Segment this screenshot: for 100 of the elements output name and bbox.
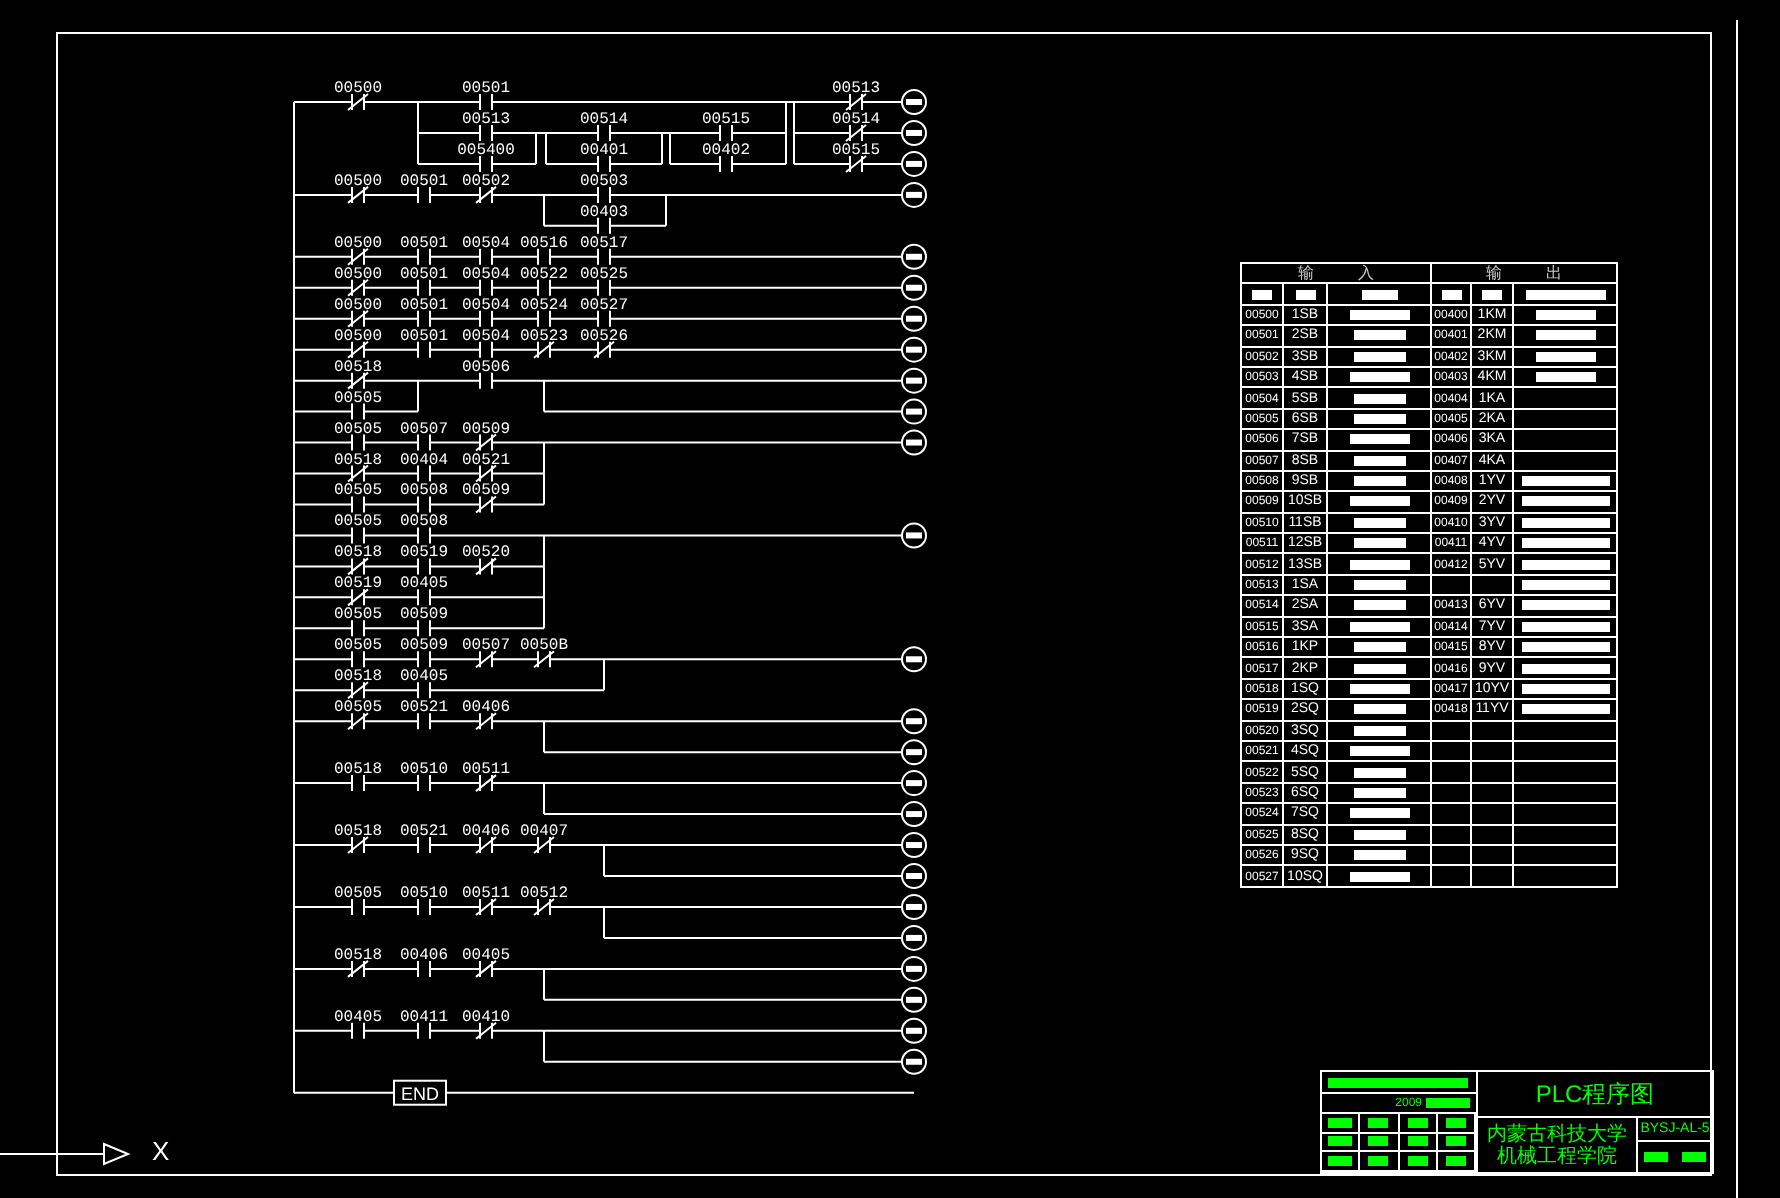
redaction-bar (1368, 1117, 1389, 1128)
contact-label: 00526 (580, 327, 628, 346)
contact-label: 00519 (334, 575, 382, 594)
redaction-bar (1535, 372, 1595, 383)
contact-label: 00518 (334, 946, 382, 965)
contact-label: 00406 (462, 823, 510, 842)
redaction-bar (1353, 642, 1405, 653)
contact-label: 00406 (462, 699, 510, 718)
redaction-bar (1361, 289, 1397, 300)
contact-label: 00510 (400, 884, 448, 903)
header-text: 出 (1546, 265, 1562, 282)
contact-label: 00500 (334, 234, 382, 253)
contact-label: 00404 (400, 451, 448, 470)
redaction-bar (1353, 517, 1405, 528)
contact-label: 00500 (334, 327, 382, 346)
contact-label: 00527 (580, 296, 628, 315)
contact-label: 00512 (520, 884, 568, 903)
contact-label: 00411 (400, 1008, 448, 1027)
contact-label: 00515 (702, 110, 750, 129)
redaction-bar (1521, 600, 1609, 611)
school-name: 内蒙古科技大学 (1487, 1123, 1627, 1145)
redaction-bar (1353, 455, 1405, 466)
header-text: 输 (1298, 265, 1314, 282)
redaction-bar (1353, 725, 1405, 736)
contact-label: 00407 (520, 823, 568, 842)
redaction-bar (1521, 476, 1609, 487)
redaction-bar (1353, 538, 1405, 549)
contact-label: 00517 (580, 234, 628, 253)
contact-label: 00514 (580, 110, 628, 129)
contact-label: 00505 (334, 884, 382, 903)
redaction-bar (1252, 289, 1272, 300)
contact-label: 00505 (334, 699, 382, 718)
contact-label: 00506 (462, 358, 510, 377)
end-instruction: END (393, 1079, 447, 1106)
redaction-bar (1521, 496, 1609, 507)
contact-label: 00504 (462, 265, 510, 284)
contact-label: 00508 (400, 482, 448, 501)
redaction-bar (1349, 746, 1409, 757)
contact-label: 00509 (462, 420, 510, 439)
redaction-bar (1349, 808, 1409, 819)
redaction-bar (1353, 600, 1405, 611)
redaction-bar (1368, 1156, 1389, 1167)
contact-label: 00505 (334, 606, 382, 625)
contact-label: 00402 (702, 141, 750, 160)
contact-label: 00406 (400, 946, 448, 965)
redaction-bar (1521, 580, 1609, 591)
redaction-bar (1353, 413, 1405, 424)
redaction-bar (1353, 580, 1405, 591)
contact-label: 00508 (400, 513, 448, 532)
contact-label: 00405 (400, 668, 448, 687)
redaction-bar (1328, 1117, 1353, 1128)
contact-label: 00511 (462, 884, 510, 903)
redaction-bar (1349, 871, 1409, 882)
contact-label: 00520 (462, 544, 510, 563)
redaction-bar (1353, 351, 1405, 362)
redaction-bar (1328, 1156, 1353, 1167)
redaction-bar (1328, 1136, 1353, 1147)
redaction-bar (1521, 663, 1609, 674)
redaction-bar (1644, 1152, 1669, 1162)
axis-label: X (152, 1138, 170, 1164)
contact-label: 00513 (462, 110, 510, 129)
redaction-bar (1353, 767, 1405, 778)
contact-label: 00516 (520, 234, 568, 253)
redaction-bar (1368, 1136, 1389, 1147)
contact-label: 00509 (400, 606, 448, 625)
contact-label: 00500 (334, 172, 382, 191)
redaction-bar (1407, 1136, 1428, 1147)
redaction-bar (1295, 289, 1315, 300)
contact-label: 00500 (334, 80, 382, 98)
redaction-bar (1353, 704, 1405, 715)
contact-label: 00521 (462, 451, 510, 470)
redaction-bar (1407, 1156, 1428, 1167)
redaction-bar (1521, 621, 1609, 632)
contact-label: 00501 (400, 327, 448, 346)
contact-label: 00518 (334, 544, 382, 563)
redaction-bar (1353, 330, 1405, 341)
redaction-bar (1353, 393, 1405, 404)
redaction-bar (1349, 309, 1409, 320)
contact-label: 00523 (520, 327, 568, 346)
contact-label: 00500 (334, 265, 382, 284)
header-text: 入 (1358, 265, 1374, 282)
contact-label: 00513 (832, 80, 880, 98)
redaction-bar (1535, 330, 1595, 341)
contact-label: 00504 (462, 327, 510, 346)
redaction-bar (1353, 476, 1405, 487)
contact-label: 005400 (457, 141, 515, 160)
contact-label: 00514 (832, 110, 880, 129)
contact-label: 00405 (334, 1008, 382, 1027)
contact-label: 00401 (580, 141, 628, 160)
contact-label: 00515 (832, 141, 880, 160)
contact-label: 00502 (462, 172, 510, 191)
redaction-bar (1521, 517, 1609, 528)
redaction-bar (1525, 289, 1605, 300)
redaction-bar (1349, 372, 1409, 383)
contact-label: 00405 (462, 946, 510, 965)
contact-label: 00518 (334, 451, 382, 470)
contact-label: 00505 (334, 637, 382, 656)
redaction-bar (1441, 289, 1461, 300)
contact-label: 00501 (400, 172, 448, 191)
contact-label: 00509 (400, 637, 448, 656)
